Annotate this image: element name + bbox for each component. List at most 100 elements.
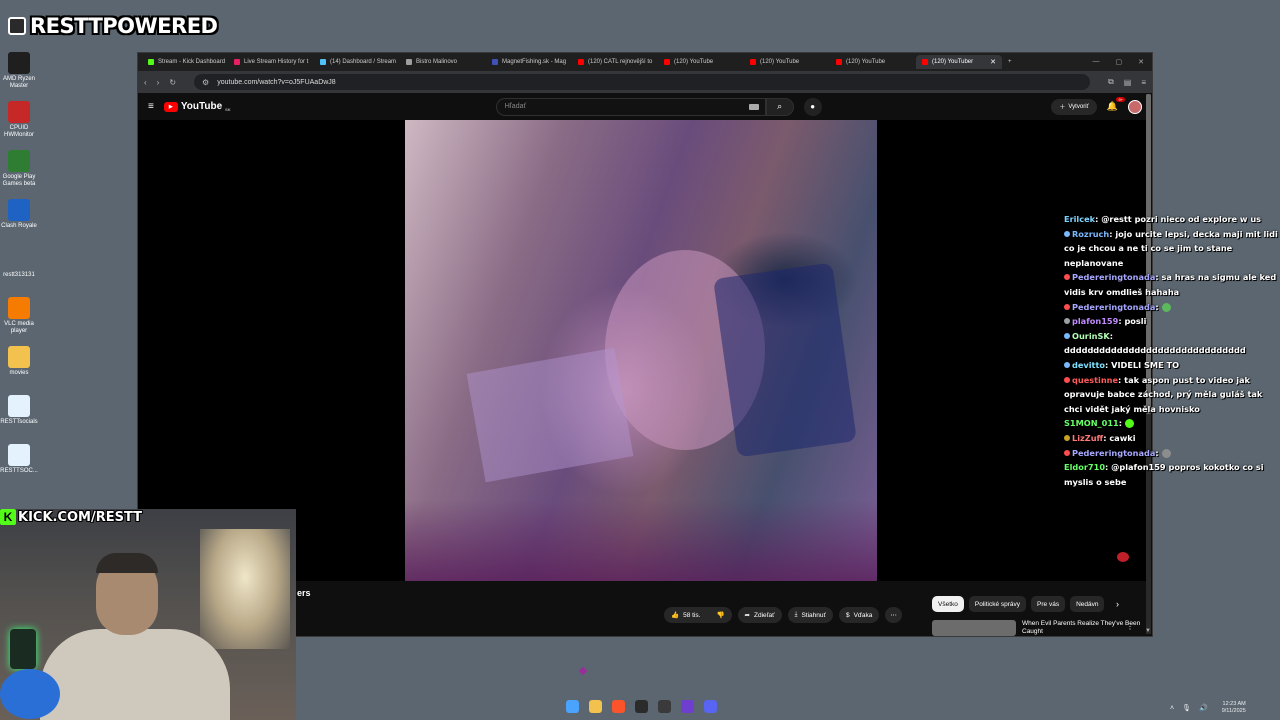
tab-label: (120) YouTube [846,59,886,65]
desktop-icon[interactable]: RESTTsocials [0,395,38,444]
tab-bar: Stream - Kick Dashboard Live Stream Histo… [138,53,1152,71]
mic-icon: ● [810,102,816,111]
more-icon: ⋯ [890,612,897,619]
file-explorer-icon[interactable] [589,700,602,713]
reco-thumbnail[interactable] [932,620,1016,636]
voice-search-button[interactable]: ● [803,97,822,116]
browser-tab[interactable]: Live Stream History for t [228,55,314,69]
video-title-fragment: ers [297,588,311,598]
download-label: Stiahnuť [801,611,826,619]
menu-icon[interactable]: ≡ [1141,78,1146,87]
chat-badge-icon [1064,361,1070,368]
share-button[interactable]: ➦ Zdieľať [737,607,782,623]
desktop-icon-label: VLC media player [4,321,34,334]
more-actions-button[interactable]: ⋯ [885,607,902,623]
url-field[interactable]: ⚙ youtube.com/watch?v=oJ5FUAaDwJ8 [194,74,1091,90]
browser-tab[interactable]: (120) YouTube [830,55,916,69]
chat-message: Pedereringtonada: [1064,300,1280,315]
new-tab-icon[interactable]: + [1008,59,1012,65]
terminal-icon[interactable] [635,700,648,713]
back-icon[interactable]: ‹ [144,78,147,87]
desktop-icon-label: RESTTsocials [0,419,38,425]
obs-icon[interactable] [658,700,671,713]
avatar[interactable] [1128,99,1142,114]
browser-tab[interactable]: Stream - Kick Dashboard [142,55,228,69]
desktop-icon[interactable]: CPUID HWMonitor [0,101,38,150]
chat-badge-icon [1064,434,1070,441]
chat-message: Pedereringtonada: sa hras na sigmu ale k… [1064,272,1277,297]
filter-chip[interactable]: Politické správy [968,596,1027,612]
notifications-button[interactable]: 🔔 9+ [1107,97,1125,112]
forward-icon[interactable]: › [157,78,160,87]
browser-tab[interactable]: MagnetFishing.sk - Mag [486,55,572,69]
reco-more-icon[interactable]: ⋮ [1126,622,1134,631]
minimize-icon[interactable]: — [1093,58,1100,66]
tab-label: MagnetFishing.sk - Mag [502,59,567,65]
tab-favicon-icon [406,59,412,65]
mouse-cursor-icon [578,666,588,676]
search-placeholder: Hľadať [504,103,527,110]
youtube-play-icon: ▶ [163,101,178,112]
thanks-icon: $ [845,611,850,619]
desktop-icon[interactable]: RESTTSOC... [0,444,38,493]
desktop-icon[interactable]: AMD Ryzen Master [0,52,38,101]
speaker-icon[interactable]: 🔊 [1199,704,1208,712]
chat-username: Pedereringtonada [1072,447,1156,458]
hamburger-menu-icon[interactable]: ≡ [148,101,154,112]
desktop-icon[interactable]: Clash Royale [0,199,38,248]
chevron-right-icon[interactable]: › [1116,599,1119,609]
filter-chip[interactable]: Pre vás [1031,596,1066,612]
chat-username: LizZuff [1072,432,1104,443]
browser-tab[interactable]: (120) YouTube [658,55,744,69]
filter-chip[interactable]: Nedávn [1070,596,1105,612]
reload-icon[interactable]: ↻ [169,78,176,87]
keyboard-icon[interactable] [748,103,759,110]
url-text: youtube.com/watch?v=oJ5FUAaDwJ8 [217,78,336,86]
windows-start-icon[interactable] [566,700,579,713]
chat-badge-icon [1064,274,1070,281]
sidebar-icon[interactable]: ▤ [1124,78,1132,87]
browser-tab[interactable]: Bistro Malinovo [400,55,486,69]
youtube-logo[interactable]: ▶ YouTube SK [163,101,231,112]
desktop-icon[interactable]: movies [0,346,38,395]
thanks-button[interactable]: $ Vďaka [838,607,880,623]
tray-chevron-icon[interactable]: ˄ [1170,705,1174,712]
reco-title[interactable]: When Evil Parents Realize They've Been C… [1022,620,1142,636]
site-info-icon[interactable]: ⚙ [202,78,209,87]
browser-tab[interactable]: (120) YouTuber ✕ [916,55,1002,69]
recommended-video[interactable]: When Evil Parents Realize They've Been C… [932,620,1142,636]
like-button[interactable]: 👍 58 tis. 👎 [664,607,732,623]
browser-tab[interactable]: (120) YouTube [744,55,830,69]
scroll-down-icon[interactable]: ▼ [1145,628,1151,634]
extensions-icon[interactable]: ⧉ [1108,77,1114,87]
browser-tab[interactable]: (14) Dashboard / Stream [314,55,400,69]
browser-tab[interactable]: (120) CATL rejnovější to [572,55,658,69]
tab-label: (120) YouTube [674,59,714,65]
desktop-icon[interactable]: restt313131 [0,248,38,297]
clock[interactable]: 12:23 AM 9/11/2025 [1222,701,1246,715]
desktop-icon[interactable]: Google Play Games beta [0,150,38,199]
desktop-icon-label: Google Play Games beta [2,174,36,187]
desktop-icon-label: movies [9,370,29,376]
maximize-icon[interactable]: ▢ [1116,58,1123,66]
mic-tray-icon[interactable]: 🎙 [1182,704,1191,712]
chat-badge-icon [1064,303,1070,310]
tab-close-icon[interactable]: ✕ [990,58,996,66]
discord-icon[interactable] [704,700,717,713]
chat-text: ddddddddddddddddddddddddddddddd [1064,345,1246,356]
close-icon[interactable]: ✕ [1138,58,1144,66]
chat-badge-icon [1064,318,1070,325]
app-purple-icon[interactable] [681,700,694,713]
create-button[interactable]: ＋ Vytvoriť [1051,98,1097,115]
video-frame[interactable] [405,120,877,581]
search-input[interactable]: Hľadať [495,97,766,116]
taskbar-apps [566,700,717,713]
download-button[interactable]: ⤓ Stiahnuť [787,607,833,623]
brave-browser-icon[interactable] [612,700,625,713]
filter-chip[interactable]: Všetko [932,596,964,612]
desktop-icon[interactable]: VLC media player [0,297,38,346]
desktop-icon-label: Clash Royale [1,223,37,229]
thumbs-down-icon[interactable]: 👎 [716,611,724,619]
clock-time: 12:23 AM [1222,701,1246,707]
search-button[interactable]: ⌕ [765,97,794,116]
